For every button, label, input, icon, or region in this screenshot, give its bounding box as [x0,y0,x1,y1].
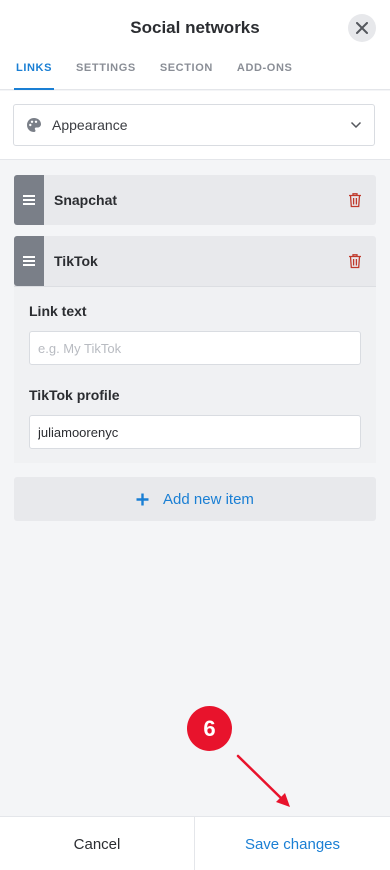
drag-icon [23,195,35,205]
link-text-input[interactable] [29,331,361,365]
trash-icon[interactable] [348,192,362,208]
tab-add-ons[interactable]: ADD-ONS [237,62,293,90]
close-button[interactable] [348,14,376,42]
panel-header: Social networks LINKS SETTINGS SECTION A… [0,0,390,90]
tab-settings[interactable]: SETTINGS [76,62,136,90]
appearance-dropdown[interactable]: Appearance [13,104,375,146]
item-body: Link text TikTok profile [14,286,376,463]
add-new-item-label: Add new item [163,490,254,508]
list-item-snapchat: Snapchat [14,175,376,225]
drag-handle[interactable] [14,236,44,286]
tab-section[interactable]: SECTION [160,62,213,90]
link-text-label: Link text [29,303,87,319]
appearance-section: Appearance [0,91,390,160]
tiktok-profile-label: TikTok profile [29,387,120,403]
tab-links[interactable]: LINKS [14,62,54,90]
panel-title: Social networks [130,18,260,37]
palette-icon [27,118,41,132]
list-item-tiktok: TikTok Link text TikTok profile [14,236,376,463]
item-name: Snapchat [54,192,118,208]
save-changes-button[interactable]: Save changes [195,817,390,870]
tab-bar: LINKS SETTINGS SECTION ADD-ONS [14,62,316,90]
plus-icon [136,493,149,505]
item-header[interactable]: Snapchat [14,175,376,225]
add-new-item-button[interactable]: Add new item [14,477,376,521]
appearance-label: Appearance [52,117,128,133]
step-badge: 6 [187,706,232,751]
cancel-button[interactable]: Cancel [0,817,195,870]
trash-icon[interactable] [348,253,362,269]
drag-handle[interactable] [14,175,44,225]
close-icon [356,22,368,34]
item-header[interactable]: TikTok [14,236,376,286]
drag-icon [23,256,35,266]
tiktok-profile-input[interactable] [29,415,361,449]
footer-bar: Cancel Save changes [0,816,390,870]
item-name: TikTok [54,253,98,269]
arrow-annotation-icon [236,754,290,807]
chevron-down-icon [350,121,362,129]
